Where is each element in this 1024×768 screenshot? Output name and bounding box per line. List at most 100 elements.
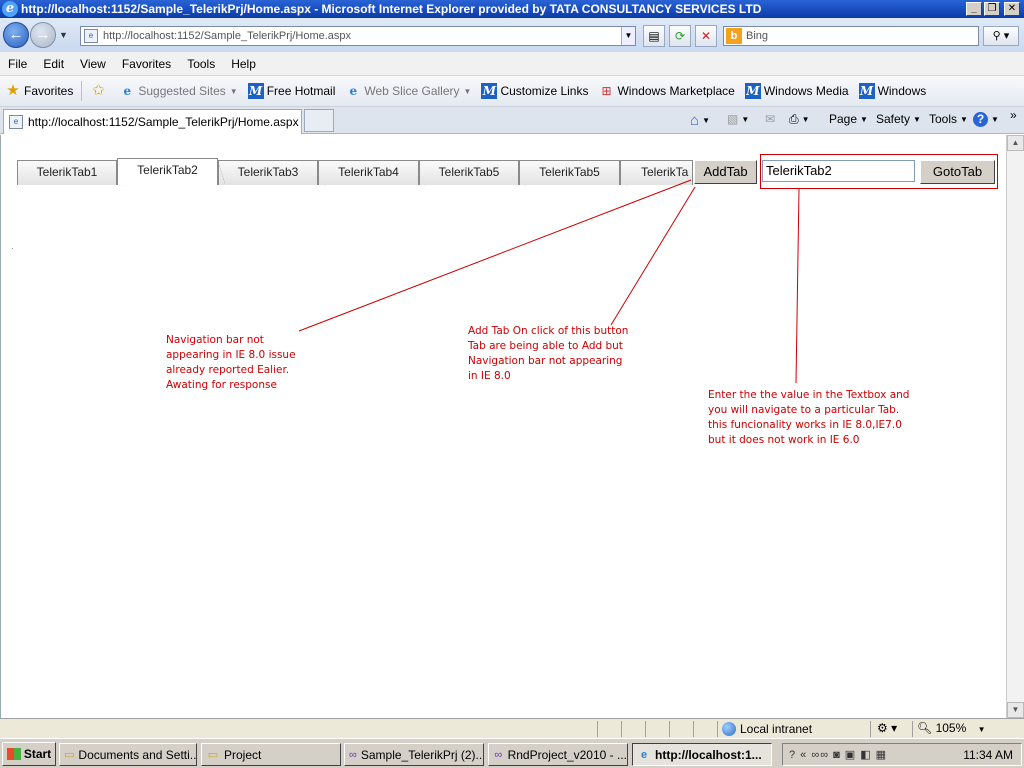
tab-telerik-2[interactable]: TelerikTab2 (117, 158, 225, 185)
note-goto-tab: Enter the the value in the Textbox and y… (708, 389, 910, 446)
visual-studio-icon: ∞ (494, 748, 503, 761)
fav-web-slice-gallery[interactable]: e Web Slice Gallery ▼ (340, 83, 476, 99)
compatibility-icon: ▤ (648, 29, 660, 43)
taskbar-item-documents[interactable]: ▭ Documents and Setti... (59, 743, 197, 766)
tray-icons[interactable]: ? « ∞∞ ◙ ▣ ◧ ▦ (783, 748, 963, 761)
tools-menu[interactable]: Tools ▼ (929, 112, 968, 126)
print-icon: ⎙ (789, 112, 799, 126)
menu-bar: File Edit View Favorites Tools Help (0, 52, 1024, 76)
fav-windows[interactable]: M Windows (854, 83, 932, 99)
tab-telerik-5b[interactable]: TelerikTab5 (519, 160, 627, 186)
security-zone[interactable]: Local intranet (717, 720, 870, 737)
address-dropdown-icon[interactable]: ▼ (621, 27, 635, 45)
mail-icon: ✉ (765, 112, 776, 126)
stop-button[interactable]: ✕ (695, 25, 717, 47)
scroll-up-icon[interactable]: ▲ (1007, 135, 1024, 151)
dropdown-icon: ▼ (913, 114, 921, 124)
taskbar-item-sample-telerikprj[interactable]: ∞ Sample_TelerikPrj (2)... (344, 743, 484, 766)
browser-tab[interactable]: e http://localhost:1152/Sample_TelerikPr… (3, 109, 302, 134)
tab-telerik-3[interactable]: TelerikTab3 (218, 160, 325, 186)
safety-menu[interactable]: Safety ▼ (876, 112, 921, 126)
window-title-bar: e http://localhost:1152/Sample_TelerikPr… (0, 0, 1024, 18)
goto-tab-input[interactable]: TelerikTab2 (762, 160, 915, 182)
print-button[interactable]: ⎙ ▼ (789, 112, 810, 127)
zoom-level: 105% (935, 720, 967, 735)
tab-telerik-1[interactable]: TelerikTab1 (17, 160, 124, 186)
system-tray: ? « ∞∞ ◙ ▣ ◧ ▦ 11:34 AM (782, 743, 1022, 766)
goto-tab-button[interactable]: GotoTab (920, 160, 995, 184)
start-button[interactable]: Start (2, 741, 56, 766)
zoom-control[interactable]: 🔍︎ 105% ▼ (912, 720, 1002, 737)
taskbar-item-ie[interactable]: e http://localhost:1... (632, 743, 772, 766)
fav-windows-marketplace[interactable]: ⊞ Windows Marketplace (593, 83, 739, 99)
address-bar[interactable]: e http://localhost:1152/Sample_TelerikPr… (80, 26, 636, 46)
page-icon: e (9, 115, 23, 129)
fav-label: Web Slice Gallery (364, 84, 460, 98)
forward-button[interactable]: → (30, 22, 56, 48)
dropdown-icon: ▼ (991, 115, 999, 124)
fav-label: Free Hotmail (266, 84, 336, 98)
taskbar-item-rndproject[interactable]: ∞ RndProject_v2010 - ... (488, 743, 628, 766)
back-button[interactable]: ← (3, 22, 29, 48)
recent-pages-dropdown-icon[interactable]: ▼ (59, 30, 68, 40)
fav-customize-links[interactable]: M Customize Links (476, 83, 593, 99)
feeds-button[interactable]: ▧ ▼ (727, 112, 749, 126)
dropdown-icon: ▼ (801, 115, 810, 124)
read-mail-button[interactable]: ✉ (765, 112, 775, 126)
tab-telerik-partial[interactable]: TelerikTa (620, 160, 693, 185)
ie-icon: e (640, 748, 648, 761)
vertical-scrollbar[interactable]: ▲ ▼ (1006, 135, 1024, 718)
menu-view[interactable]: View (72, 57, 114, 71)
menu-tools[interactable]: Tools (179, 57, 223, 71)
protected-mode-button[interactable]: ⚙ ▾ (870, 720, 912, 737)
page-icon: e (84, 29, 98, 43)
favorites-button[interactable]: ★ Favorites (0, 83, 78, 99)
fav-suggested-sites[interactable]: e Suggested Sites ▼ (114, 83, 242, 99)
search-button[interactable]: ⚲ ▾ (983, 26, 1019, 46)
windows-flag-icon (6, 747, 21, 760)
favorites-star-icon: ★ (6, 82, 20, 99)
new-tab-button[interactable] (304, 109, 334, 132)
favorites-bar: ★ Favorites ✩ e Suggested Sites ▼ M Free… (0, 76, 1024, 107)
page-menu[interactable]: Page ▼ (829, 112, 868, 126)
help-menu[interactable]: ? ▼ (973, 112, 999, 127)
add-favorites-button[interactable]: ✩ (85, 83, 114, 99)
task-label: http://localhost:1... (655, 747, 762, 762)
dropdown-icon: ▼ (977, 724, 986, 734)
close-button[interactable]: ✕ (1004, 2, 1020, 16)
fav-windows-media[interactable]: M Windows Media (740, 83, 854, 99)
taskbar-item-project[interactable]: ▭ Project (201, 743, 341, 766)
fav-free-hotmail[interactable]: M Free Hotmail (243, 83, 341, 99)
menu-favorites[interactable]: Favorites (114, 57, 179, 71)
back-arrow-icon: ← (8, 26, 24, 43)
minimize-button[interactable]: _ (966, 2, 982, 16)
menu-help[interactable]: Help (223, 57, 264, 71)
home-button[interactable]: ⌂ ▼ (690, 112, 710, 129)
tab-telerik-5[interactable]: TelerikTab5 (419, 160, 526, 186)
menu-file[interactable]: File (0, 57, 35, 71)
status-bar: Local intranet ⚙ ▾ 🔍︎ 105% ▼ (0, 718, 1024, 738)
address-url[interactable]: http://localhost:1152/Sample_TelerikPrj/… (103, 30, 621, 42)
scroll-down-icon[interactable]: ▼ (1007, 702, 1024, 718)
dropdown-icon: ▼ (463, 86, 472, 96)
fav-label: Windows (877, 84, 927, 98)
maximize-button[interactable]: ❐ (984, 2, 1000, 16)
zone-label: Local intranet (740, 721, 813, 736)
intranet-globe-icon (722, 721, 736, 736)
search-box[interactable]: b Bing (723, 26, 979, 46)
more-chevron-icon[interactable]: » (1010, 108, 1017, 122)
help-icon: ? (973, 112, 988, 127)
zoom-icon: 🔍︎ (917, 720, 933, 735)
search-input[interactable]: Bing (746, 30, 768, 42)
status-cell (645, 720, 669, 737)
add-tab-button[interactable]: AddTab (694, 160, 757, 184)
dropdown-icon: ▼ (702, 116, 710, 125)
tab-telerik-4[interactable]: TelerikTab4 (318, 160, 426, 186)
ie-logo-icon: e (2, 1, 18, 17)
windows-icon: ⊞ (601, 84, 612, 98)
dropdown-icon: ▼ (229, 86, 238, 96)
menu-edit[interactable]: Edit (35, 57, 72, 71)
compatibility-view-button[interactable]: ▤ (643, 25, 665, 47)
refresh-button[interactable]: ⟳ (669, 25, 691, 47)
favorites-label: Favorites (24, 84, 74, 98)
